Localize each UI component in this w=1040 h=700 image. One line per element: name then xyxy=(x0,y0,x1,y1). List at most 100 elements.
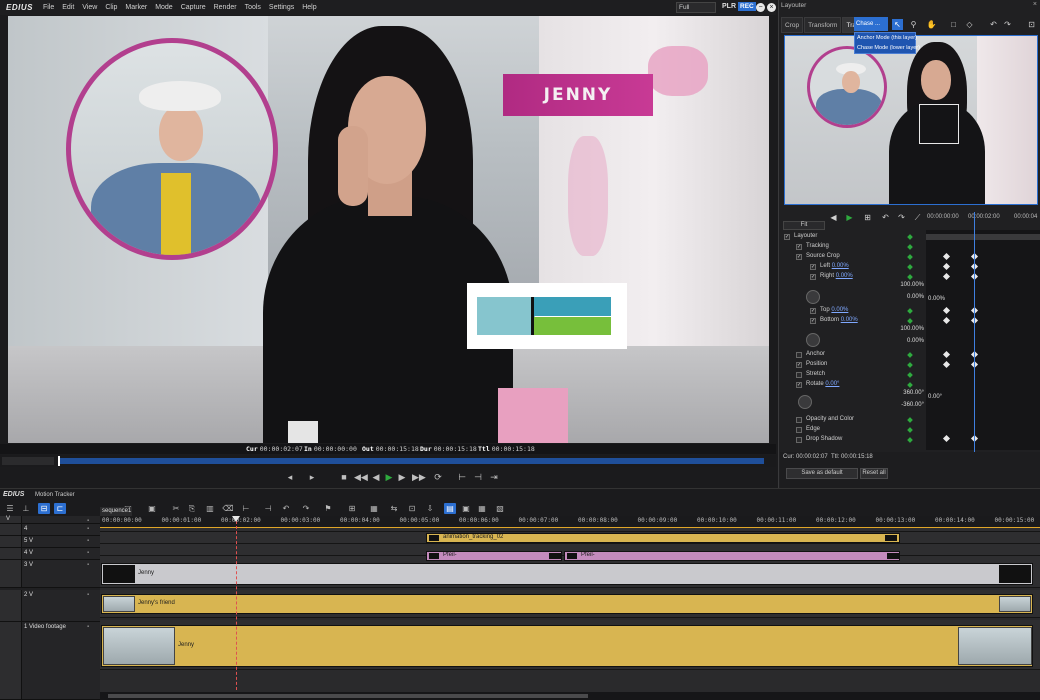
zoom-icon[interactable]: ⚲ xyxy=(908,19,919,30)
position-bar[interactable] xyxy=(0,455,776,467)
plr-toggle[interactable]: PLR xyxy=(722,3,736,10)
menu-item-chase-mode[interactable]: Chase Mode (lower layer) xyxy=(855,43,920,53)
add-keyframe-icon[interactable] xyxy=(907,254,913,260)
kf-param-row[interactable]: Anchor xyxy=(780,350,926,360)
kf-play-icon[interactable]: ▶ xyxy=(844,212,855,223)
track-header[interactable]: 5 V ▪ xyxy=(0,536,100,548)
kf-redo-icon[interactable]: ↷ xyxy=(896,212,907,223)
tab-transform[interactable]: Transform xyxy=(804,17,842,33)
add-keyframe-icon[interactable] xyxy=(907,264,913,270)
tab-crop[interactable]: Crop xyxy=(781,17,804,33)
hand-icon[interactable]: ✋ xyxy=(926,19,937,30)
scrollbar-thumb[interactable] xyxy=(108,694,588,698)
track-lock-icon[interactable]: ▪ xyxy=(87,624,98,633)
marker-icon[interactable]: ⚑ xyxy=(322,503,334,514)
ripple-icon[interactable]: ⊢ xyxy=(240,503,252,514)
kf-param-row[interactable]: ✓ Tracking xyxy=(780,242,926,252)
step-back-icon[interactable]: ◀ xyxy=(370,471,382,483)
menu-file[interactable]: File xyxy=(39,4,58,11)
kf-param-row[interactable]: ✓ Layouter xyxy=(780,232,926,242)
track-patch[interactable] xyxy=(0,548,22,559)
menu-item-anchor-mode[interactable]: Anchor Mode (this layer) xyxy=(855,33,917,43)
position-handle[interactable] xyxy=(58,456,60,466)
timeline-ruler[interactable]: 00:00:00:00 00:00:01:00 00:00:02:00 00:00:0… xyxy=(100,516,1040,528)
rewind-icon[interactable]: ◀◀ xyxy=(354,471,368,483)
step-forward-icon[interactable]: ▶ xyxy=(396,471,408,483)
track-patch[interactable] xyxy=(0,536,22,547)
param-checkbox[interactable] xyxy=(796,352,802,358)
kf-param-row[interactable]: Opacity and Color xyxy=(780,415,926,425)
mode-a-icon[interactable]: ⊟ xyxy=(38,503,50,514)
track-header[interactable]: 4 ▪ xyxy=(0,524,100,536)
add-keyframe-icon[interactable] xyxy=(907,372,913,378)
fast-forward-icon[interactable]: ▶▶ xyxy=(412,471,426,483)
reset-all-button[interactable]: Reset all xyxy=(860,468,888,479)
kf-param-row[interactable]: ✓ Left 0.00% xyxy=(780,262,926,272)
track-patch[interactable] xyxy=(0,622,22,699)
param-checkbox[interactable]: ✓ xyxy=(810,264,816,270)
pointer-icon[interactable]: ↖ xyxy=(892,19,903,30)
kf-param-row[interactable]: ✓ Top 0.00% xyxy=(780,306,926,316)
kf-param-row[interactable]: Edge xyxy=(780,425,926,435)
track-lanes[interactable]: animation_tracking_02 Pfeil- Pfeil- Jenny Je… xyxy=(100,528,1040,700)
insert-icon[interactable]: ⊢ xyxy=(456,471,468,483)
track-patch[interactable] xyxy=(0,560,22,587)
add-keyframe-icon[interactable] xyxy=(907,234,913,240)
param-checkbox[interactable]: ✓ xyxy=(784,234,790,240)
redo-icon[interactable]: ↷ xyxy=(1002,19,1013,30)
view-d-icon[interactable]: ▧ xyxy=(494,503,506,514)
kf-param-row[interactable]: ✓ Right 0.00% xyxy=(780,272,926,282)
track-header[interactable]: 2 V ▪ xyxy=(0,590,100,622)
add-keyframe-icon[interactable] xyxy=(907,318,913,324)
view-c-icon[interactable]: ▦ xyxy=(476,503,488,514)
param-checkbox[interactable] xyxy=(796,427,802,433)
delete-icon[interactable]: ⌫ xyxy=(222,503,234,514)
add-keyframe-icon[interactable] xyxy=(907,308,913,314)
param-value[interactable]: 0.00° xyxy=(825,381,839,387)
sequence-tab[interactable]: sequence1 xyxy=(100,507,132,516)
kf-param-row[interactable]: ✓ Position xyxy=(780,360,926,370)
ellipse-icon[interactable]: ◇ xyxy=(964,19,975,30)
recorder-preview[interactable]: JENNY xyxy=(8,16,769,443)
redo-icon[interactable]: ↷ xyxy=(300,503,312,514)
menu-edit[interactable]: Edit xyxy=(58,4,78,11)
add-keyframe-icon[interactable] xyxy=(907,382,913,388)
snap-icon[interactable]: ⊞ xyxy=(346,503,358,514)
kf-param-row[interactable]: ✓ Rotate 0.00° xyxy=(780,380,926,390)
param-checkbox[interactable] xyxy=(796,372,802,378)
track-lock-icon[interactable]: ▪ xyxy=(87,526,98,535)
close-icon[interactable]: × xyxy=(767,3,776,12)
track-patch[interactable] xyxy=(0,590,22,621)
param-checkbox[interactable]: ✓ xyxy=(796,254,802,260)
tracking-region[interactable] xyxy=(919,104,959,144)
menu-marker[interactable]: Marker xyxy=(121,4,151,11)
menu-view[interactable]: View xyxy=(78,4,101,11)
track-patch[interactable] xyxy=(0,516,22,523)
save-as-default-button[interactable]: Save as default xyxy=(786,468,858,479)
value-dial-icon[interactable] xyxy=(806,333,820,347)
view-a-icon[interactable]: ▤ xyxy=(444,503,456,514)
param-value[interactable]: 0.00% xyxy=(841,317,858,323)
track-header[interactable]: 3 V ▪ xyxy=(0,560,100,588)
track-patch[interactable] xyxy=(0,524,22,535)
stop-icon[interactable]: ■ xyxy=(338,471,350,483)
menu-render[interactable]: Render xyxy=(210,4,241,11)
menu-capture[interactable]: Capture xyxy=(177,4,210,11)
copy-icon[interactable]: ⎘ xyxy=(186,503,198,514)
export-icon[interactable]: ⇩ xyxy=(424,503,436,514)
menu-settings[interactable]: Settings xyxy=(265,4,298,11)
param-checkbox[interactable]: ✓ xyxy=(810,308,816,314)
add-keyframe-icon[interactable] xyxy=(907,244,913,250)
overwrite-icon[interactable]: ⊣ xyxy=(472,471,484,483)
effects-icon[interactable]: ⊡ xyxy=(406,503,418,514)
add-keyframe-icon[interactable] xyxy=(907,362,913,368)
menu-tools[interactable]: Tools xyxy=(241,4,265,11)
add-keyframe-icon[interactable] xyxy=(907,352,913,358)
keyframe-ruler[interactable]: 00:00:00:00 00:00:02:00 00:00:04 xyxy=(926,212,1040,230)
kf-param-row[interactable]: ✓ Source Crop xyxy=(780,252,926,262)
timeline-clip[interactable]: Pfeil- xyxy=(426,551,562,561)
param-value[interactable]: 0.00% xyxy=(831,307,848,313)
menu-mode[interactable]: Mode xyxy=(151,4,177,11)
layouter-close-icon[interactable]: × xyxy=(1033,1,1037,8)
kf-graph-icon[interactable]: ⟋ xyxy=(912,212,923,223)
